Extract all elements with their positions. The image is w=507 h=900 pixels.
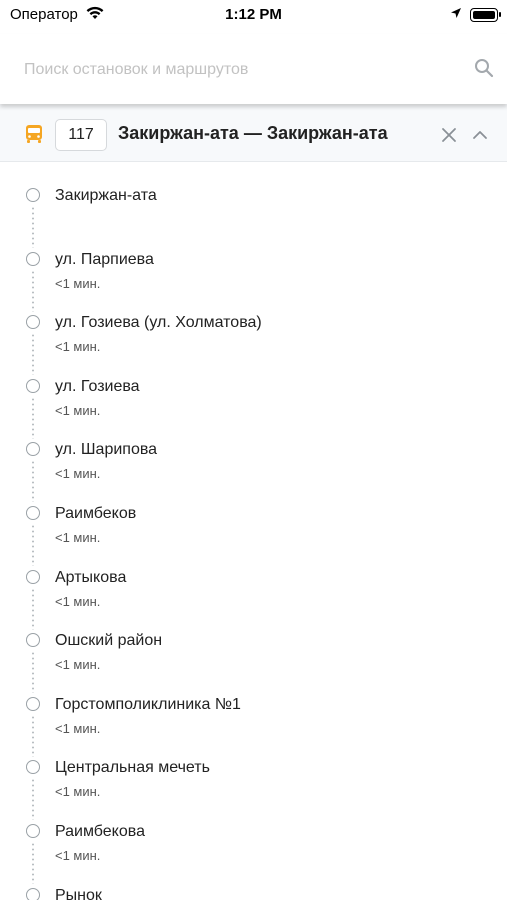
stop-item[interactable]: ул. Гозиева <1 мин. (0, 353, 507, 439)
stop-name: ул. Гозиева (ул. Холматова) (55, 314, 262, 332)
stop-item[interactable]: ул. Гозиева (ул. Холматова) <1 мин. (0, 289, 507, 376)
status-bar: Оператор 1:12 PM (0, 0, 507, 30)
stop-name: Раимбеков (55, 504, 137, 522)
stop-circle-icon (26, 633, 40, 648)
stop-item[interactable]: Раимбекова <1 мин. (0, 798, 507, 884)
stop-circle-icon (26, 505, 40, 520)
stop-circle-icon (26, 823, 40, 838)
stop-name: Артыкова (55, 568, 127, 586)
stop-name: ул. Гозиева (55, 377, 140, 395)
stop-item[interactable]: Горстомполиклиника №1 <1 мин. (0, 671, 507, 757)
stop-name: Ошский район (55, 632, 163, 650)
search-icon[interactable] (474, 58, 494, 83)
stop-name: Рынок (55, 886, 102, 900)
stop-name: Горстомполиклиника №1 (55, 695, 241, 713)
search-bar (0, 34, 507, 104)
stop-name: Закиржан-ата (55, 187, 157, 204)
bus-icon (24, 124, 44, 149)
stop-circle-icon (26, 188, 40, 202)
route-title: Закиржан-ата — Закиржан-ата (118, 123, 388, 143)
stop-item[interactable]: Рынок (0, 862, 507, 900)
stop-item[interactable]: Раимбеков <1 мин. (0, 480, 507, 566)
location-arrow-icon (450, 6, 462, 23)
route-header: 117 Закиржан-ата — Закиржан-ата (0, 104, 507, 162)
chevron-up-icon[interactable] (472, 127, 488, 148)
battery-icon (470, 8, 501, 22)
stop-name: Центральная мечеть (55, 759, 210, 777)
stop-name: Раимбекова (55, 822, 145, 840)
stop-name: ул. Парпиева (55, 250, 154, 268)
stop-item[interactable]: Закиржан-ата (0, 162, 507, 248)
stop-name: ул. Шарипова (55, 441, 158, 459)
stop-circle-icon (26, 251, 40, 266)
stop-circle-icon (26, 569, 40, 584)
stop-item[interactable]: Артыкова <1 мин. (0, 544, 507, 630)
stop-circle-icon (26, 442, 40, 457)
stop-item[interactable]: ул. Шарипова <1 мин. (0, 416, 507, 503)
stop-item[interactable]: Ошский район <1 мин. (0, 607, 507, 694)
stop-circle-icon (26, 378, 40, 393)
stop-circle-icon (26, 315, 40, 330)
close-icon[interactable] (441, 127, 457, 148)
stop-circle-icon (26, 696, 40, 711)
stop-item[interactable]: Центральная мечеть <1 мин. (0, 734, 507, 821)
stop-circle-icon (26, 760, 40, 775)
route-number-badge: 117 (55, 119, 107, 151)
search-input[interactable] (24, 56, 444, 84)
stop-circle-icon (26, 887, 40, 900)
stop-item[interactable]: ул. Парпиева <1 мин. (0, 226, 507, 312)
stops-list: Закиржан-ата ул. Парпиева <1 мин. ул. Го… (0, 162, 507, 900)
clock: 1:12 PM (225, 6, 282, 23)
